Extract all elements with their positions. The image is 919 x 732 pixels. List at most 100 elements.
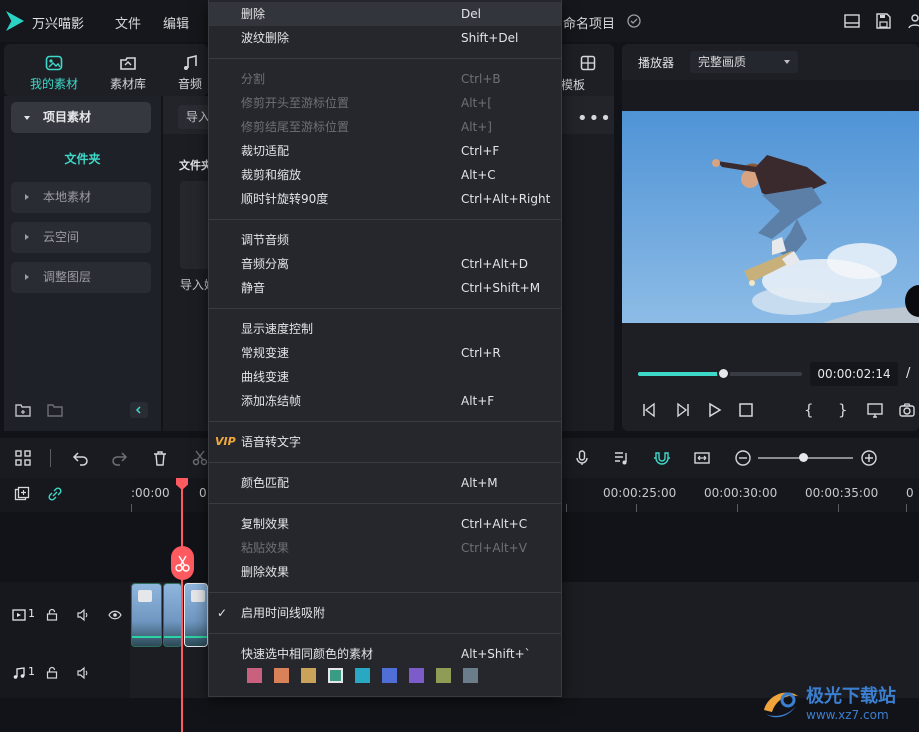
- context-menu: 删除 Del 波纹删除 Shift+Del 分割 Ctrl+B 修剪开头至游标位置 Alt+[…: [208, 0, 562, 697]
- color-swatch[interactable]: [247, 668, 262, 683]
- tab-audio[interactable]: 音频: [172, 44, 208, 96]
- more-options-icon[interactable]: •••: [577, 108, 612, 129]
- add-track-icon[interactable]: [14, 486, 30, 502]
- menu-item[interactable]: 裁剪和缩放 Alt+C: [209, 163, 561, 187]
- fit-timeline-icon[interactable]: [693, 449, 711, 467]
- speaker-icon[interactable]: [76, 608, 90, 622]
- layout-icon[interactable]: [843, 12, 861, 30]
- menu-item[interactable]: 静音 Ctrl+Shift+M: [209, 276, 561, 300]
- player-header-gap: [622, 80, 919, 111]
- menu-file[interactable]: 文件: [115, 13, 141, 32]
- color-swatch[interactable]: [382, 668, 397, 683]
- menu-item[interactable]: 裁切适配 Ctrl+F: [209, 139, 561, 163]
- stop-icon[interactable]: [737, 401, 755, 419]
- menu-item[interactable]: 曲线变速: [209, 365, 561, 389]
- folder-label[interactable]: 文件夹: [4, 150, 161, 167]
- menu-item-shortcut: Alt+M: [461, 476, 498, 490]
- color-swatch[interactable]: [274, 668, 289, 683]
- tab-my-media[interactable]: 我的素材: [22, 44, 86, 96]
- menu-item-shortcut: Ctrl+Alt+C: [461, 517, 528, 531]
- video-clip-selected[interactable]: [184, 583, 208, 647]
- menu-item[interactable]: 快速选中相同颜色的素材 Alt+Shift+`: [209, 642, 561, 666]
- lock-icon[interactable]: [45, 666, 59, 680]
- step-forward-icon[interactable]: [674, 401, 692, 419]
- menu-item[interactable]: 顺时针旋转90度 Ctrl+Alt+Right: [209, 187, 561, 211]
- color-swatch[interactable]: [463, 668, 478, 683]
- speaker-icon[interactable]: [76, 666, 90, 680]
- save-icon[interactable]: [874, 12, 892, 30]
- eye-icon[interactable]: [108, 608, 122, 622]
- new-folder-icon[interactable]: [14, 402, 32, 418]
- project-name[interactable]: 命名项目: [563, 13, 615, 32]
- lock-icon[interactable]: [45, 608, 59, 622]
- menu-separator: [209, 633, 561, 634]
- folder-icon[interactable]: [46, 402, 64, 418]
- menu-separator: [209, 503, 561, 504]
- quality-select[interactable]: 完整画质: [690, 51, 798, 73]
- sidebar-item-local-media[interactable]: 本地素材: [11, 182, 151, 213]
- playhead[interactable]: [181, 478, 183, 732]
- scissors-icon[interactable]: [191, 449, 208, 467]
- microphone-icon[interactable]: [573, 449, 591, 467]
- grid-layout-icon[interactable]: [14, 449, 32, 467]
- mark-in-icon[interactable]: {: [804, 401, 822, 419]
- account-icon[interactable]: [906, 12, 919, 30]
- color-swatch[interactable]: [436, 668, 451, 683]
- cloud-sync-icon[interactable]: [625, 12, 643, 30]
- link-icon[interactable]: [47, 486, 63, 502]
- menu-item[interactable]: ✓ 启用时间线吸附: [209, 601, 561, 625]
- undo-icon[interactable]: [72, 449, 90, 467]
- sidebar-item-project-media[interactable]: 项目素材: [11, 102, 151, 133]
- menu-item-label: 启用时间线吸附: [241, 606, 326, 620]
- color-swatch[interactable]: [409, 668, 424, 683]
- audio-list-icon[interactable]: [613, 449, 631, 467]
- menu-edit[interactable]: 编辑: [163, 13, 189, 32]
- color-swatch[interactable]: [355, 668, 370, 683]
- menu-item[interactable]: 删除 Del: [209, 2, 561, 26]
- import-placeholder[interactable]: [180, 181, 210, 269]
- display-icon[interactable]: [866, 401, 884, 419]
- video-clip[interactable]: [163, 583, 182, 647]
- menu-item[interactable]: 显示速度控制: [209, 317, 561, 341]
- mark-out-icon[interactable]: }: [838, 401, 856, 419]
- menu-item[interactable]: VIP 语音转文字: [209, 430, 561, 454]
- menu-item[interactable]: 常规变速 Ctrl+R: [209, 341, 561, 365]
- play-icon[interactable]: [706, 401, 724, 419]
- menu-item-label: 删除: [241, 7, 266, 21]
- video-preview[interactable]: [622, 111, 919, 323]
- tab-library[interactable]: 素材库: [96, 44, 160, 96]
- menu-item[interactable]: 音频分离 Ctrl+Alt+D: [209, 252, 561, 276]
- menu-item-label: 颜色匹配: [241, 476, 290, 490]
- split-button[interactable]: [171, 546, 194, 580]
- import-button[interactable]: 导入: [178, 105, 212, 129]
- zoom-slider-knob[interactable]: [799, 453, 808, 462]
- menu-separator: [209, 219, 561, 220]
- menu-item-label: 曲线变速: [241, 370, 290, 384]
- menu-item-shortcut: Ctrl+Shift+M: [461, 281, 541, 295]
- menu-item[interactable]: 调节音频: [209, 228, 561, 252]
- trash-icon[interactable]: [151, 449, 169, 467]
- snapshot-icon[interactable]: [898, 401, 916, 419]
- snap-magnet-icon[interactable]: [653, 449, 671, 467]
- menu-item[interactable]: 波纹删除 Shift+Del: [209, 26, 561, 50]
- clip-audio-bar: [164, 636, 181, 638]
- menu-separator: [209, 308, 561, 309]
- menu-item[interactable]: 删除效果: [209, 560, 561, 584]
- sidebar-item-adjust-layer[interactable]: 调整图层: [11, 262, 151, 293]
- menu-item[interactable]: 颜色匹配 Alt+M: [209, 471, 561, 495]
- zoom-in-icon[interactable]: [860, 449, 878, 467]
- menu-item[interactable]: 复制效果 Ctrl+Alt+C: [209, 512, 561, 536]
- tab-my-media-label: 我的素材: [29, 77, 78, 91]
- color-swatch[interactable]: [301, 668, 316, 683]
- video-clip[interactable]: [131, 583, 162, 647]
- step-back-icon[interactable]: [640, 401, 658, 419]
- zoom-out-icon[interactable]: [734, 449, 752, 467]
- cloud-library-icon: [96, 55, 160, 71]
- color-swatch[interactable]: [328, 668, 343, 683]
- redo-icon[interactable]: [110, 449, 128, 467]
- tab-library-label: 素材库: [109, 77, 146, 91]
- collapse-sidebar-button[interactable]: [130, 402, 148, 418]
- sidebar-item-cloud[interactable]: 云空间: [11, 222, 151, 253]
- menu-item-label: 顺时针旋转90度: [241, 192, 329, 206]
- menu-item[interactable]: 添加冻结帧 Alt+F: [209, 389, 561, 413]
